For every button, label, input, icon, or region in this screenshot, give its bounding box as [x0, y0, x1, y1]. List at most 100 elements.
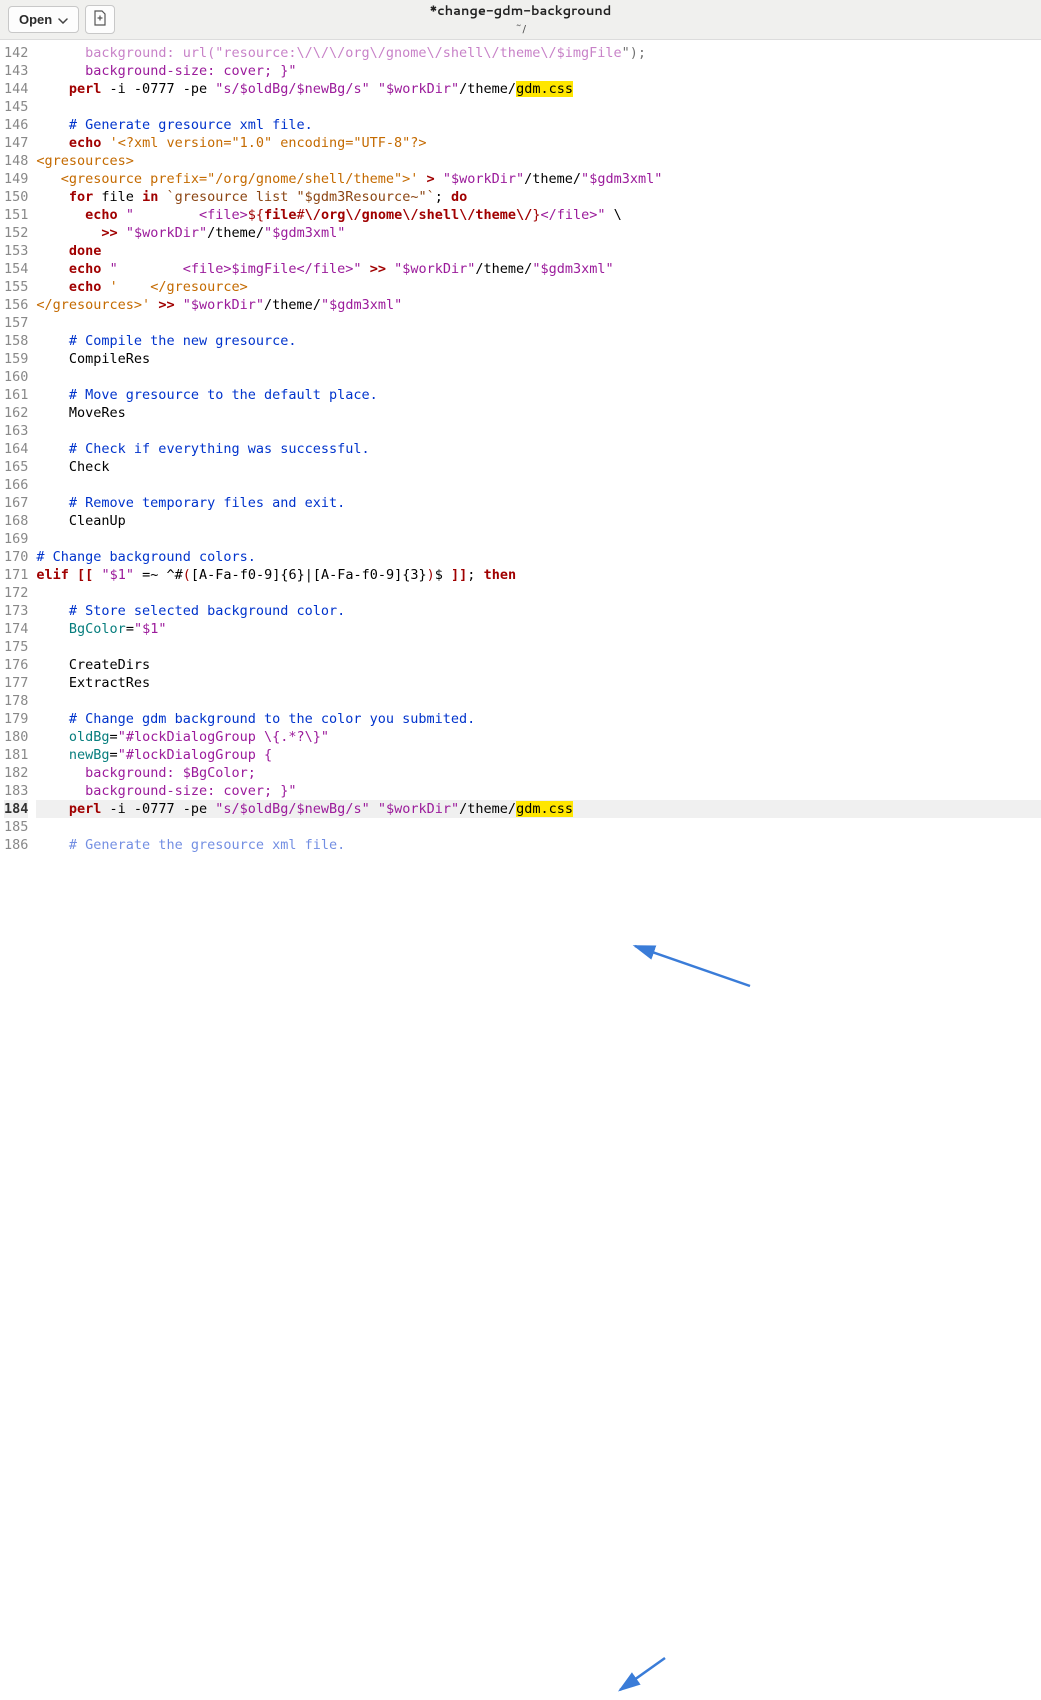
code-line[interactable]: [36, 692, 1041, 710]
code-line[interactable]: echo " <file>${file#\/org\/gnome\/shell\…: [36, 206, 1041, 224]
token: /theme/: [459, 81, 516, 97]
code-line[interactable]: CompileRes: [36, 350, 1041, 368]
code-line[interactable]: [36, 98, 1041, 116]
code-line[interactable]: # Generate the gresource xml file.: [36, 836, 1041, 854]
code-line[interactable]: BgColor="$1": [36, 620, 1041, 638]
token: -i -0777 -pe: [101, 81, 215, 97]
code-line[interactable]: # Generate gresource xml file.: [36, 116, 1041, 134]
line-number: 172: [4, 584, 28, 602]
token: ": [451, 81, 459, 97]
token: [386, 261, 394, 277]
token: ": [378, 801, 386, 817]
code-line[interactable]: [36, 638, 1041, 656]
token: $gdm3xml: [329, 297, 394, 313]
token: \/: [305, 207, 321, 223]
line-number: 183: [4, 782, 28, 800]
token: >>: [158, 297, 174, 313]
code-line[interactable]: <gresources>: [36, 152, 1041, 170]
token: ": [321, 297, 329, 313]
token: ": [134, 621, 142, 637]
token: $gdm3xml: [540, 261, 605, 277]
token: # Generate gresource xml file.: [69, 117, 313, 133]
token: $workDir: [134, 225, 199, 241]
token: $imgFile: [231, 261, 296, 277]
line-number: 173: [4, 602, 28, 620]
code-line[interactable]: background-size: cover; }": [36, 62, 1041, 80]
token: perl: [69, 801, 102, 817]
line-number: 171: [4, 566, 28, 584]
token: $1: [142, 621, 158, 637]
token: file: [264, 207, 297, 223]
code-line[interactable]: [36, 818, 1041, 836]
line-number: 160: [4, 368, 28, 386]
token: echo: [85, 207, 118, 223]
code-line[interactable]: >> "$workDir"/theme/"$gdm3xml": [36, 224, 1041, 242]
token: background-size: cover; }": [85, 63, 296, 79]
new-tab-button[interactable]: [85, 5, 115, 34]
code-line[interactable]: done: [36, 242, 1041, 260]
code-line[interactable]: [36, 584, 1041, 602]
code-line[interactable]: <gresource prefix="/org/gnome/shell/them…: [36, 170, 1041, 188]
token: $workDir: [386, 81, 451, 97]
code-line[interactable]: # Compile the new gresource.: [36, 332, 1041, 350]
token: ": [451, 801, 459, 817]
code-line[interactable]: MoveRes: [36, 404, 1041, 422]
code-line[interactable]: echo ' </gresource>: [36, 278, 1041, 296]
token: in: [142, 189, 158, 205]
code-line[interactable]: ExtractRes: [36, 674, 1041, 692]
open-button[interactable]: Open: [8, 6, 79, 33]
token: [418, 171, 426, 187]
code-line[interactable]: # Move gresource to the default place.: [36, 386, 1041, 404]
code-line[interactable]: # Change background colors.: [36, 548, 1041, 566]
code-line[interactable]: [36, 530, 1041, 548]
token: [36, 135, 69, 151]
code-line[interactable]: newBg="#lockDialogGroup {: [36, 746, 1041, 764]
code-line[interactable]: perl -i -0777 -pe "s/$oldBg/$newBg/s" "$…: [36, 80, 1041, 98]
code-line[interactable]: echo " <file>$imgFile</file>" >> "$workD…: [36, 260, 1041, 278]
token: ' </gresource>: [110, 279, 248, 295]
code-area[interactable]: background: url("resource:\/\/\/org\/gno…: [34, 40, 1041, 858]
token: ");: [622, 45, 655, 61]
token: # Check if everything was successful.: [69, 441, 370, 457]
code-line[interactable]: # Change gdm background to the color you…: [36, 710, 1041, 728]
token: >>: [101, 225, 117, 241]
code-line[interactable]: CreateDirs: [36, 656, 1041, 674]
code-line[interactable]: oldBg="#lockDialogGroup \{.*?\}": [36, 728, 1041, 746]
code-line[interactable]: # Store selected background color.: [36, 602, 1041, 620]
code-line[interactable]: background: url("resource:\/\/\/org\/gno…: [36, 44, 1041, 62]
code-line[interactable]: Check: [36, 458, 1041, 476]
code-line[interactable]: # Remove temporary files and exit.: [36, 494, 1041, 512]
token: [36, 81, 69, 97]
token: /s": [345, 801, 369, 817]
token: shell: [419, 207, 460, 223]
code-line[interactable]: CleanUp: [36, 512, 1041, 530]
code-line[interactable]: </gresources>' >> "$workDir"/theme/"$gdm…: [36, 296, 1041, 314]
code-line[interactable]: [36, 476, 1041, 494]
token: ": [126, 567, 134, 583]
code-line[interactable]: background: $BgColor;: [36, 764, 1041, 782]
code-line[interactable]: [36, 422, 1041, 440]
open-button-label: Open: [19, 12, 52, 27]
line-number: 162: [4, 404, 28, 422]
token: [370, 81, 378, 97]
token: ": [394, 297, 402, 313]
token: MoveRes: [36, 405, 125, 421]
code-line[interactable]: elif [[ "$1" =~ ^#([A-Fa-f0-9]{6}|[A-Fa-…: [36, 566, 1041, 584]
code-line[interactable]: # Check if everything was successful.: [36, 440, 1041, 458]
code-line[interactable]: for file in `gresource list "$gdm3Resour…: [36, 188, 1041, 206]
token: [118, 207, 126, 223]
token: [101, 279, 109, 295]
token: [175, 297, 183, 313]
code-line[interactable]: [36, 368, 1041, 386]
token: ": [101, 567, 109, 583]
code-line[interactable]: perl -i -0777 -pe "s/$oldBg/$newBg/s" "$…: [36, 800, 1041, 818]
code-line[interactable]: [36, 314, 1041, 332]
token: [101, 261, 109, 277]
line-number: 166: [4, 476, 28, 494]
token: ": [158, 621, 166, 637]
code-line[interactable]: background-size: cover; }": [36, 782, 1041, 800]
token: echo: [69, 279, 102, 295]
token: "`: [418, 189, 434, 205]
token: [101, 135, 109, 151]
code-line[interactable]: echo '<?xml version="1.0" encoding="UTF-…: [36, 134, 1041, 152]
